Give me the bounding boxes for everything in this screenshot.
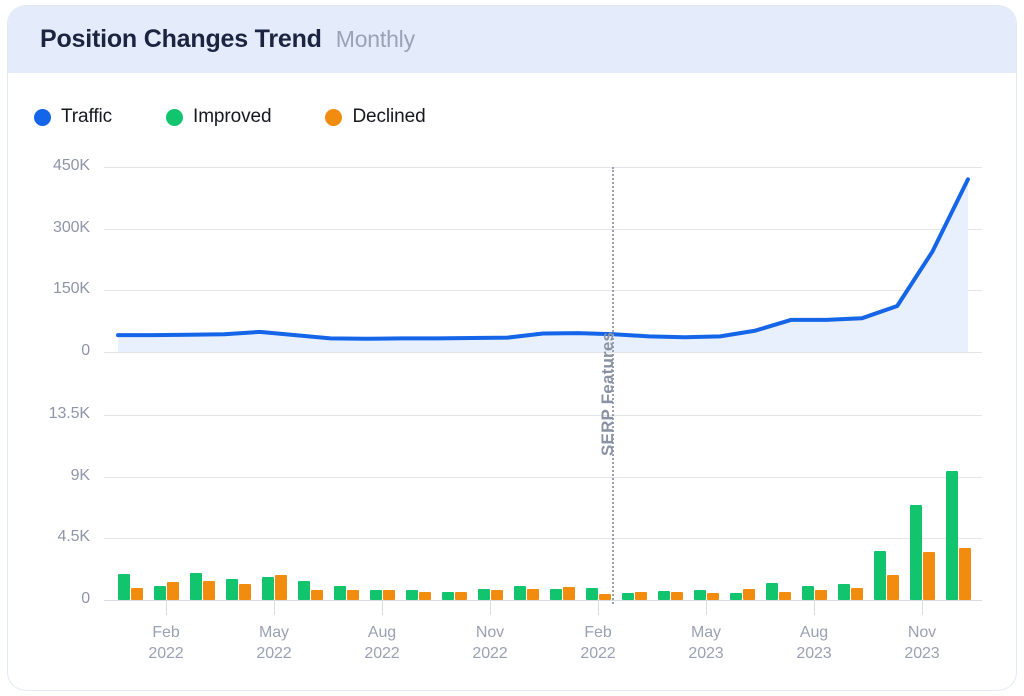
x-axis-tick-year: 2023 — [904, 645, 940, 662]
table-row[interactable] — [910, 505, 922, 600]
x-axis-tick-label: May 2022 — [229, 622, 319, 664]
table-row[interactable] — [419, 591, 431, 600]
table-row[interactable] — [478, 589, 490, 600]
serp-features-annotation-label: SERP Features — [598, 331, 617, 456]
table-row[interactable] — [262, 577, 274, 600]
chart-card: Position Changes Trend Monthly Traffic I… — [8, 6, 1016, 690]
x-axis-tick-year: 2023 — [688, 645, 724, 662]
x-axis-tick-year: 2023 — [796, 645, 832, 662]
x-axis-tick-month: Nov — [475, 624, 505, 641]
table-row[interactable] — [298, 580, 310, 600]
table-row[interactable] — [190, 572, 202, 600]
x-axis-tickmark — [274, 601, 275, 615]
table-row[interactable] — [743, 589, 755, 600]
table-row[interactable] — [239, 584, 251, 600]
table-row[interactable] — [203, 580, 215, 600]
x-axis-tick-label: Aug 2023 — [769, 622, 859, 664]
x-axis-tickmark — [814, 601, 815, 615]
table-row[interactable] — [779, 591, 791, 600]
table-row[interactable] — [275, 575, 287, 600]
table-row[interactable] — [887, 575, 899, 600]
table-row[interactable] — [802, 585, 814, 600]
table-row[interactable] — [658, 591, 670, 600]
x-axis-tick-month: Feb — [152, 624, 180, 641]
table-row[interactable] — [370, 590, 382, 600]
x-axis-tickmark — [166, 601, 167, 615]
table-row[interactable] — [671, 591, 683, 600]
x-axis-tickmark — [706, 601, 707, 615]
x-axis-tick-label: Nov 2023 — [877, 622, 967, 664]
x-axis-tick-month: Aug — [367, 624, 397, 641]
x-axis-tick-label: Feb 2022 — [121, 622, 211, 664]
table-row[interactable] — [550, 589, 562, 600]
table-row[interactable] — [563, 587, 575, 600]
x-axis-tick-year: 2022 — [148, 645, 184, 662]
table-row[interactable] — [959, 547, 971, 600]
x-axis-tick-month: Nov — [907, 624, 937, 641]
table-row[interactable] — [455, 592, 467, 600]
table-row[interactable] — [838, 584, 850, 600]
table-row[interactable] — [131, 587, 143, 600]
table-row[interactable] — [599, 593, 611, 600]
table-row[interactable] — [527, 589, 539, 600]
traffic-area-fill — [118, 179, 968, 352]
x-axis-tick-label: Nov 2022 — [445, 622, 535, 664]
x-axis-tickmark — [598, 601, 599, 615]
table-row[interactable] — [730, 592, 742, 600]
x-axis-tick-year: 2022 — [364, 645, 400, 662]
table-row[interactable] — [514, 586, 526, 600]
table-row[interactable] — [586, 587, 598, 600]
table-row[interactable] — [874, 550, 886, 600]
table-row[interactable] — [383, 590, 395, 600]
table-row[interactable] — [311, 589, 323, 600]
table-row[interactable] — [923, 552, 935, 600]
table-row[interactable] — [118, 573, 130, 600]
table-row[interactable] — [766, 582, 778, 600]
x-axis-tick-year: 2022 — [472, 645, 508, 662]
table-row[interactable] — [334, 586, 346, 600]
x-axis-tick-label: Aug 2022 — [337, 622, 427, 664]
table-row[interactable] — [622, 593, 634, 600]
bars-layer — [8, 415, 1016, 600]
x-axis-tick-month: May — [691, 624, 721, 641]
x-axis-tickmark — [922, 601, 923, 615]
table-row[interactable] — [815, 590, 827, 600]
table-row[interactable] — [406, 589, 418, 600]
table-row[interactable] — [167, 582, 179, 600]
x-axis-tick-year: 2022 — [256, 645, 292, 662]
table-row[interactable] — [154, 585, 166, 600]
table-row[interactable] — [347, 590, 359, 600]
chart-plot-area: 0 150K 300K 450K 0 4.5K 9K 13.5K Feb 2022 May 2022 A… — [8, 6, 1016, 690]
x-axis-tick-month: May — [259, 624, 289, 641]
traffic-line — [116, 177, 970, 341]
x-axis-tickmark — [382, 601, 383, 615]
table-row[interactable] — [442, 591, 454, 600]
table-row[interactable] — [707, 592, 719, 600]
table-row[interactable] — [226, 579, 238, 600]
table-row[interactable] — [694, 590, 706, 600]
table-row[interactable] — [946, 471, 958, 600]
x-axis-tick-month: Feb — [584, 624, 612, 641]
x-axis-tick-month: Aug — [799, 624, 829, 641]
x-axis-tick-year: 2022 — [580, 645, 616, 662]
x-axis-tick-label: Feb 2022 — [553, 622, 643, 664]
table-row[interactable] — [635, 591, 647, 600]
x-axis-tickmark — [490, 601, 491, 615]
x-axis-tick-label: May 2023 — [661, 622, 751, 664]
table-row[interactable] — [491, 590, 503, 600]
table-row[interactable] — [851, 587, 863, 600]
